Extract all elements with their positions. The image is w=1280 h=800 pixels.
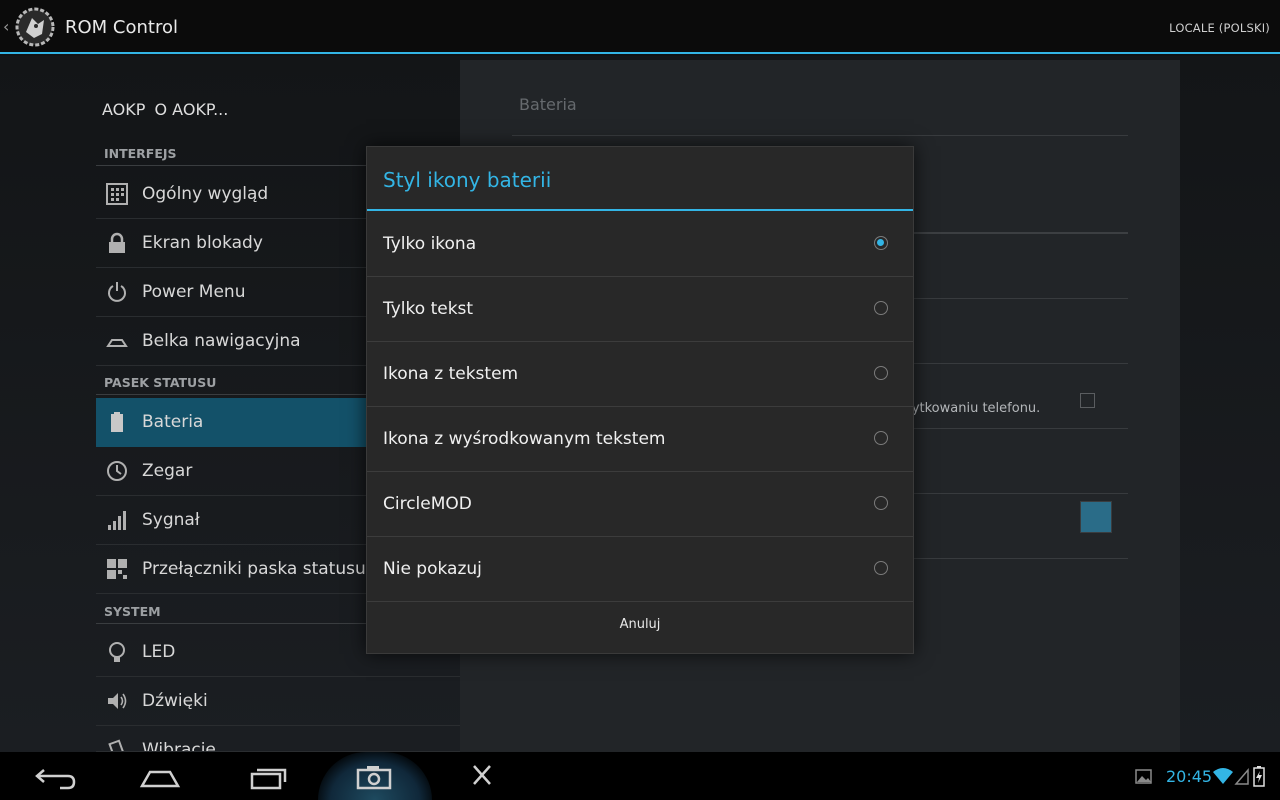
battery-charging-icon (1253, 766, 1265, 787)
close-icon[interactable] (452, 758, 512, 794)
clock[interactable]: 20:45 (1166, 767, 1212, 786)
option-label: Nie pokazuj (383, 559, 482, 579)
dialog-title: Styl ikony baterii (367, 147, 913, 211)
radio-button-checked[interactable] (874, 236, 888, 250)
screenshot-camera-icon[interactable] (345, 758, 405, 794)
wifi-icon (1213, 768, 1233, 784)
nav-label: Sygnał (142, 510, 200, 530)
nav-label: Ekran blokady (142, 233, 263, 253)
nav-label: Wibracje (142, 740, 216, 752)
lock-icon (109, 232, 125, 253)
nav-label: Przełączniki paska statusu (142, 559, 366, 579)
option-tylko-ikona[interactable]: Tylko ikona (367, 212, 913, 277)
system-bar: 20:45 (0, 752, 1280, 800)
pane-title: Bateria (519, 95, 577, 114)
nav-label: Belka nawigacyjna (142, 331, 301, 351)
nav-item-wibracje[interactable]: Wibracje (96, 726, 460, 752)
battery-style-dialog: Styl ikony baterii Tylko ikona Tylko tek… (366, 146, 914, 654)
radio-button[interactable] (874, 561, 888, 575)
home-icon[interactable] (130, 758, 190, 794)
signal-icon (108, 511, 126, 530)
action-bar: ‹ ROM Control LOCALE (POLSKI) (0, 0, 1280, 54)
option-circlemod[interactable]: CircleMOD (367, 472, 913, 537)
option-label: CircleMOD (383, 494, 472, 514)
signal-status-icon (1234, 767, 1249, 785)
option-ikona-wysrodkowany[interactable]: Ikona z wyśrodkowanym tekstem (367, 407, 913, 472)
bulb-icon (109, 642, 125, 662)
option-tylko-tekst[interactable]: Tylko tekst (367, 277, 913, 342)
nav-label: Bateria (142, 412, 204, 432)
up-caret-icon[interactable]: ‹ (3, 17, 9, 36)
toggles-icon (107, 559, 127, 579)
speaker-icon (108, 693, 127, 709)
radio-button[interactable] (874, 366, 888, 380)
locale-button[interactable]: LOCALE (POLSKI) (1169, 21, 1270, 35)
setting-summary: żytkowaniu telefonu. (905, 401, 1041, 416)
option-label: Tylko ikona (383, 234, 477, 254)
about-label: O AOKP... (154, 100, 229, 119)
recent-apps-icon[interactable] (238, 758, 298, 794)
vibrate-icon (108, 739, 126, 751)
option-ikona-z-tekstem[interactable]: Ikona z tekstem (367, 342, 913, 407)
section-header-pasek-statusu: PASEK STATUSU (96, 371, 366, 395)
nav-label: LED (142, 642, 176, 662)
option-label: Ikona z wyśrodkowanym tekstem (383, 429, 666, 449)
color-swatch[interactable] (1080, 501, 1112, 533)
gallery-notification-icon[interactable] (1134, 766, 1154, 786)
nav-label: Power Menu (142, 282, 246, 302)
nav-label: Ogólny wygląd (142, 184, 269, 204)
app-logo-icon[interactable] (14, 6, 56, 48)
divider (512, 135, 1128, 136)
radio-button[interactable] (874, 301, 888, 315)
about-aokp-item[interactable]: AOKP O AOKP... (102, 100, 228, 119)
section-header-interfejs: INTERFEJS (96, 142, 366, 166)
nav-label: Zegar (142, 461, 193, 481)
radio-button[interactable] (874, 496, 888, 510)
radio-button[interactable] (874, 431, 888, 445)
navbar-icon (106, 339, 128, 347)
option-nie-pokazuj[interactable]: Nie pokazuj (367, 537, 913, 602)
section-header-system: SYSTEM (96, 600, 366, 624)
back-icon[interactable] (24, 758, 84, 794)
nav-item-dzwieki[interactable]: Dźwięki (96, 677, 460, 726)
clock-icon (107, 461, 127, 481)
cancel-button[interactable]: Anuluj (367, 601, 913, 653)
grid-icon (106, 183, 128, 205)
aokp-logo-text: AOKP (102, 100, 146, 119)
battery-icon (111, 412, 123, 432)
setting-checkbox[interactable] (1080, 393, 1095, 408)
option-label: Ikona z tekstem (383, 364, 519, 384)
option-label: Tylko tekst (383, 299, 474, 319)
nav-label: Dźwięki (142, 691, 208, 711)
app-title: ROM Control (65, 17, 178, 38)
power-icon (108, 282, 126, 302)
